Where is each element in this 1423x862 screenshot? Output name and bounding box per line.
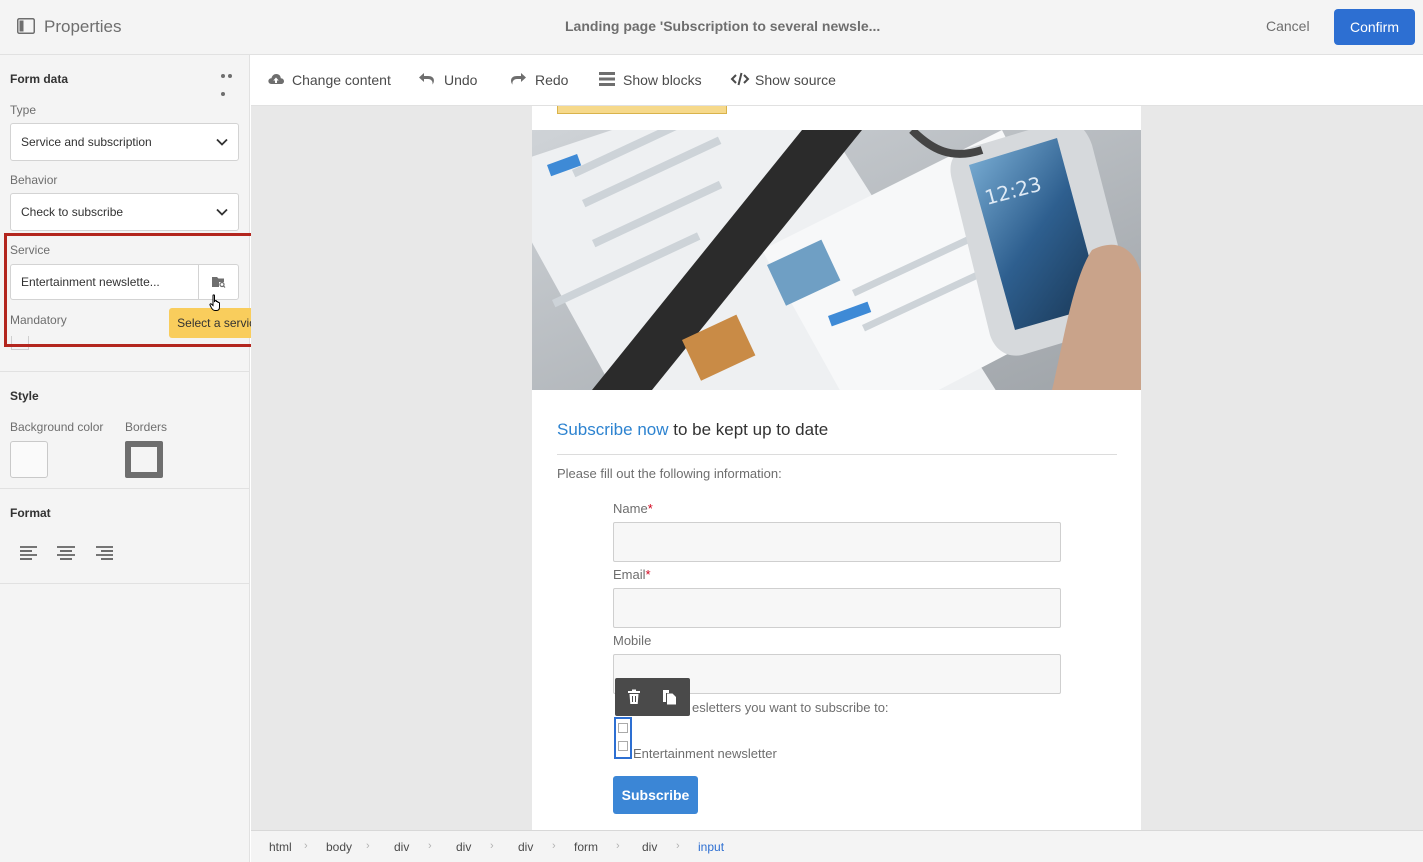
newsletter-question: esletters you want to subscribe to:: [692, 700, 889, 715]
divider: [0, 488, 249, 489]
panel-title: Properties: [44, 17, 122, 36]
breadcrumb-item[interactable]: body: [326, 840, 352, 854]
style-title: Style: [10, 389, 39, 403]
trash-icon[interactable]: [626, 689, 642, 705]
logo-image: [557, 106, 727, 114]
redo-button[interactable]: Redo: [509, 72, 568, 88]
required-mark: *: [647, 501, 653, 516]
breadcrumb-item[interactable]: div: [642, 840, 657, 854]
editor-canvas: 12:23 Subscribe now to be kept up to dat…: [251, 106, 1423, 830]
chevron-down-icon: [216, 138, 228, 146]
borders-swatch[interactable]: [125, 441, 163, 478]
undo-icon: [419, 73, 434, 85]
headline-accent: Subscribe now: [557, 420, 669, 439]
behavior-value: Check to subscribe: [21, 205, 124, 219]
format-title: Format: [10, 506, 51, 520]
borders-label: Borders: [125, 420, 168, 434]
required-mark: *: [645, 567, 651, 582]
blocks-icon: [599, 72, 615, 86]
subscribe-button[interactable]: Subscribe: [613, 776, 698, 814]
background-color-label: Background color: [10, 420, 104, 434]
divider: [557, 454, 1117, 455]
background-color-swatch[interactable]: [10, 441, 48, 478]
change-content-label: Change content: [292, 72, 391, 88]
landing-page-preview: 12:23 Subscribe now to be kept up to dat…: [532, 106, 1141, 830]
chevron-right-icon: ›: [616, 840, 620, 852]
email-input[interactable]: [613, 588, 1061, 628]
breadcrumb: html › body › div › div › div › form › d…: [251, 830, 1423, 862]
divider: [0, 371, 249, 372]
chevron-right-icon: ›: [676, 840, 680, 852]
change-content-button[interactable]: Change content: [267, 72, 391, 88]
checkbox[interactable]: [618, 741, 628, 751]
chevron-right-icon: ›: [366, 840, 370, 852]
email-label: Email*: [613, 567, 651, 582]
divider: [0, 583, 249, 584]
chevron-right-icon: ›: [304, 840, 308, 852]
type-select[interactable]: Service and subscription: [10, 123, 239, 161]
chevron-down-icon: [216, 208, 228, 216]
chevron-right-icon: ›: [428, 840, 432, 852]
chevron-right-icon: ›: [552, 840, 556, 852]
more-options-icon[interactable]: [221, 74, 239, 96]
align-center-icon[interactable]: [56, 545, 76, 561]
newsletter-option-label: Entertainment newsletter: [633, 746, 777, 761]
breadcrumb-item[interactable]: html: [269, 840, 292, 854]
align-right-icon[interactable]: [94, 545, 114, 561]
cancel-button[interactable]: Cancel: [1266, 18, 1310, 34]
breadcrumb-item[interactable]: div: [456, 840, 471, 854]
name-label: Name*: [613, 501, 653, 516]
hand-cursor-icon: [209, 294, 220, 311]
newsletter-checkbox-selected[interactable]: [614, 717, 632, 759]
type-value: Service and subscription: [21, 135, 152, 149]
breadcrumb-item[interactable]: form: [574, 840, 598, 854]
mobile-label: Mobile: [613, 633, 652, 648]
landing-page-name: Landing page 'Subscription to several ne…: [565, 18, 881, 34]
align-left-icon[interactable]: [19, 545, 39, 561]
show-source-button[interactable]: Show source: [730, 72, 836, 88]
name-input[interactable]: [613, 522, 1061, 562]
show-blocks-button[interactable]: Show blocks: [598, 72, 702, 88]
duplicate-icon[interactable]: [662, 689, 678, 705]
behavior-select[interactable]: Check to subscribe: [10, 193, 239, 231]
redo-icon: [511, 73, 526, 85]
panel-toggle-icon[interactable]: [17, 18, 35, 34]
hero-image: 12:23: [532, 130, 1141, 390]
breadcrumb-item-current[interactable]: input: [698, 840, 724, 854]
type-label: Type: [10, 103, 37, 117]
headline-rest: to be kept up to date: [668, 420, 829, 439]
checkbox[interactable]: [618, 723, 628, 733]
confirm-button[interactable]: Confirm: [1334, 9, 1415, 45]
behavior-label: Behavior: [10, 173, 58, 187]
chevron-right-icon: ›: [490, 840, 494, 852]
page-headline: Subscribe now to be kept up to date: [557, 420, 828, 440]
editor-toolbar: Change content Undo Redo Show blocks Sho…: [251, 55, 1423, 106]
instructions-text: Please fill out the following informatio…: [557, 466, 782, 481]
form-data-title: Form data: [10, 72, 69, 86]
breadcrumb-item[interactable]: div: [394, 840, 409, 854]
top-bar: Properties Landing page 'Subscription to…: [0, 0, 1423, 55]
properties-panel: Form data Type Service and subscription …: [0, 55, 276, 862]
cloud-upload-icon: [268, 74, 284, 84]
breadcrumb-item[interactable]: div: [518, 840, 533, 854]
undo-button[interactable]: Undo: [418, 72, 477, 88]
block-toolbar: [615, 678, 690, 716]
code-icon: [730, 72, 750, 86]
